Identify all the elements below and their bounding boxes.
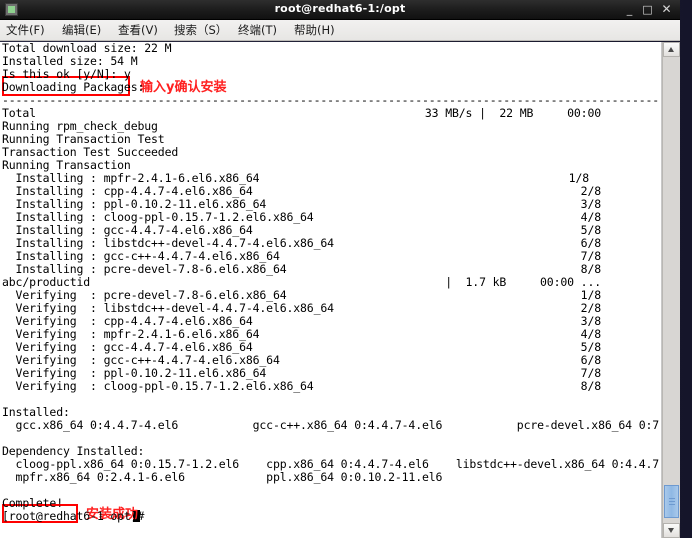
terminal-status-column: | 1.7 kB 00:00 ... [445,275,601,289]
terminal-scrollbar[interactable] [662,42,680,538]
menu-item-2[interactable]: 查看(V) [118,23,158,38]
window-titlebar[interactable]: root@redhat6-1:/opt _ □ ✕ [0,0,680,20]
minimize-button[interactable]: _ [623,3,636,16]
terminal-line: mpfr.x86_64 0:2.4.1-6.el6 ppl.x86_64 0:0… [2,470,443,484]
terminal-status-column: 8/8 [580,379,601,393]
window-title: root@redhat6-1:/opt [274,2,406,15]
menu-item-5[interactable]: 帮助(H) [294,23,335,38]
menu-item-1[interactable]: 编辑(E) [62,23,101,38]
menu-item-4[interactable]: 终端(T) [238,23,277,38]
terminal-line: gcc.x86_64 0:4.4.7-4.el6 gcc-c++.x86_64 … [2,418,662,432]
maximize-button[interactable]: □ [641,3,654,16]
close-button[interactable]: ✕ [660,3,673,16]
scroll-down-arrow-icon[interactable] [663,523,680,538]
terminal-window: root@redhat6-1:/opt _ □ ✕ 文件(F) 编辑(E) 查看(V… [0,0,692,538]
terminal-status-column: 33 MB/s | 22 MB 00:00 [424,106,601,120]
menu-item-3[interactable]: 搜索（S） [174,23,227,38]
terminal-line: [root@redhat6-1 opt]# [2,509,152,523]
menu-bar: 文件(F) 编辑(E) 查看(V) 搜索（S） 终端(T) 帮助(H) [0,20,680,41]
terminal-line: Verifying : cloog-ppl-0.15.7-1.2.el6.x86… [2,379,314,393]
menu-item-0[interactable]: 文件(F) [6,23,45,38]
scroll-up-arrow-icon[interactable] [663,42,680,57]
scrollbar-thumb[interactable] [664,485,679,518]
terminal-output[interactable]: 输入y确认安装 安装成功 Total download size: 22 M In… [0,42,662,538]
